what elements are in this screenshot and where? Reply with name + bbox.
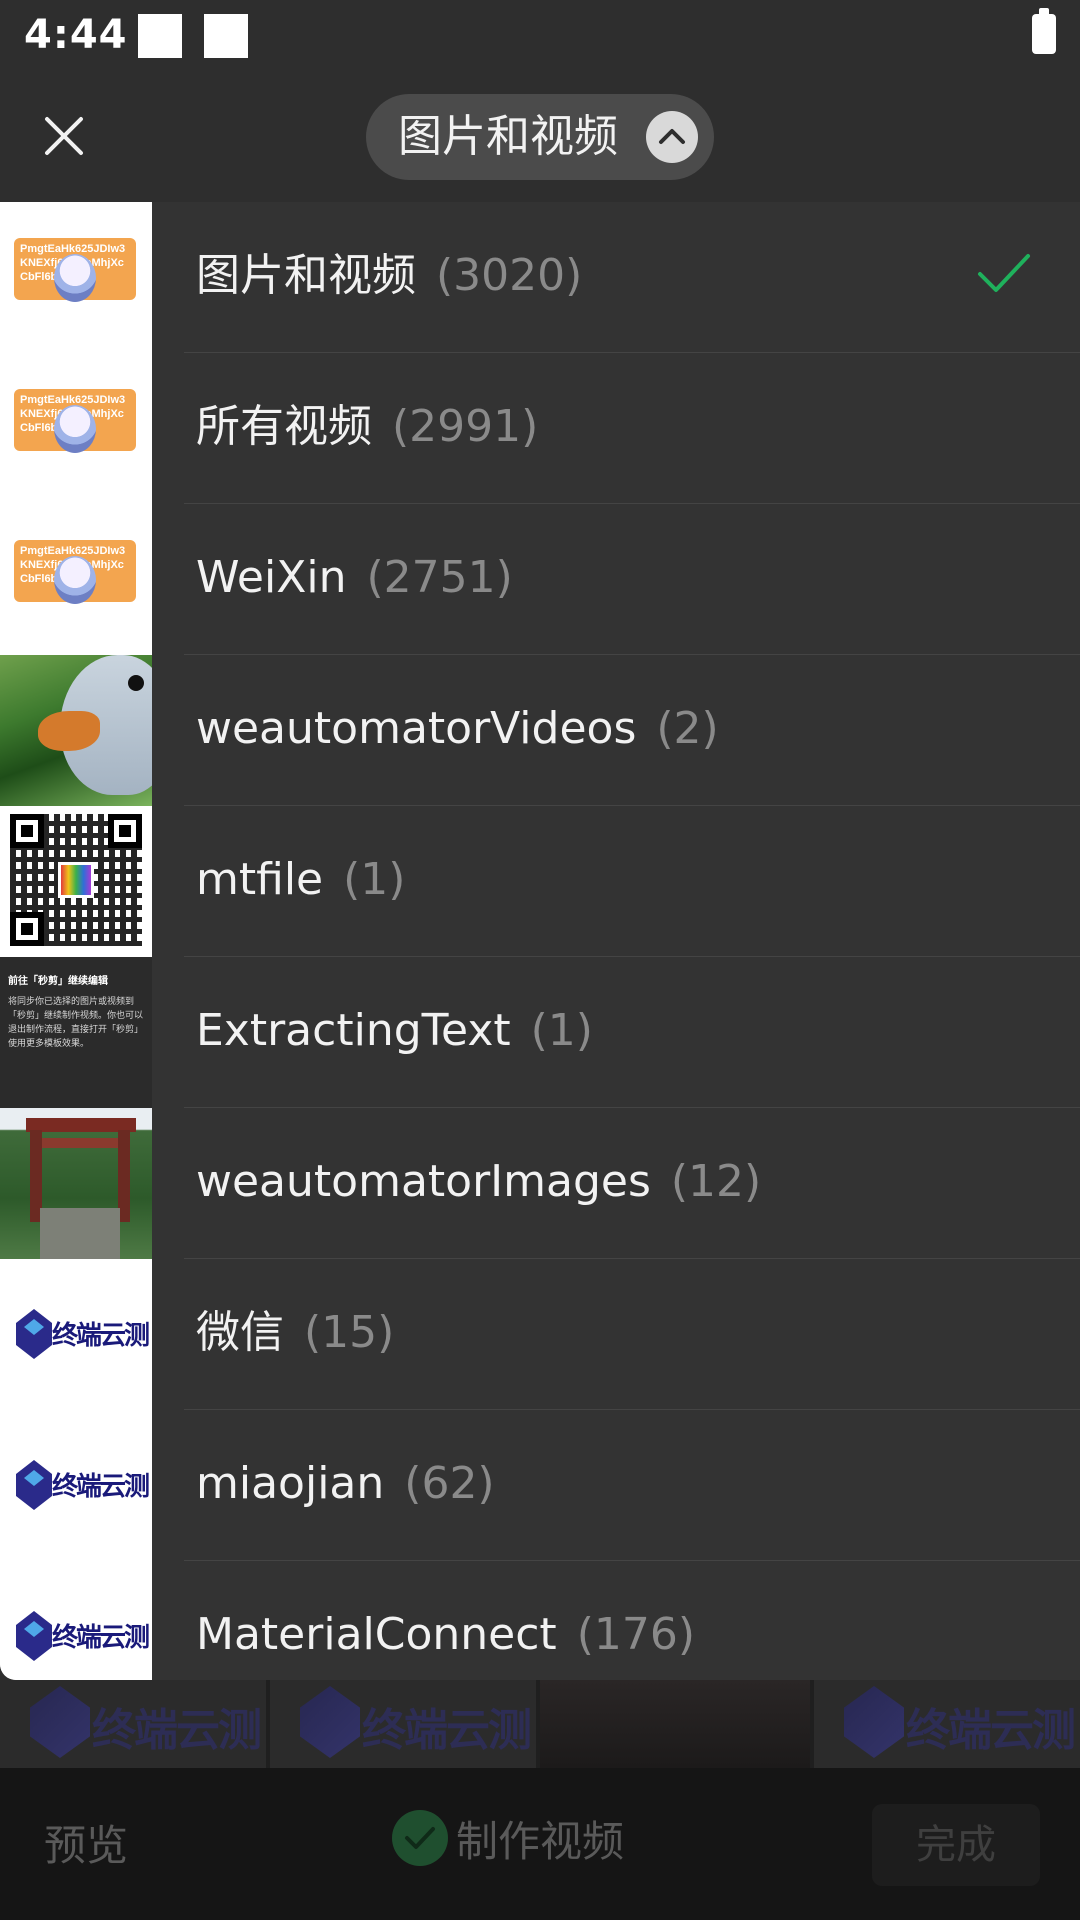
logo-text: 终端云测 bbox=[362, 1705, 532, 1756]
album-count: (15) bbox=[304, 1307, 395, 1358]
album-row[interactable]: 图片和视频 (3020) bbox=[152, 202, 1080, 353]
album-name: miaojian bbox=[196, 1458, 385, 1509]
album-selector-button[interactable]: 图片和视频 bbox=[366, 94, 714, 180]
album-row-text: 图片和视频 (3020) bbox=[196, 248, 582, 304]
album-row-text: 微信 (15) bbox=[196, 1305, 394, 1361]
logo-text: 终端云测 bbox=[52, 1321, 150, 1351]
album-row[interactable]: 所有视频 (2991) bbox=[152, 353, 1080, 504]
album-count: (176) bbox=[576, 1609, 696, 1660]
header: 图片和视频 bbox=[0, 78, 1080, 202]
duck-beak bbox=[38, 711, 100, 751]
album-cover-thumbnail bbox=[0, 1108, 152, 1259]
album-row[interactable]: miaojian (62) bbox=[152, 1410, 1080, 1561]
qr-center-logo bbox=[58, 862, 94, 898]
logo-text: 终端云测 bbox=[52, 1623, 150, 1653]
album-count: (1) bbox=[343, 854, 406, 905]
qr-finder bbox=[10, 814, 44, 848]
album-name: 微信 bbox=[196, 1307, 284, 1358]
album-row[interactable]: weautomatorVideos (2) bbox=[152, 655, 1080, 806]
album-row[interactable]: mtfile (1) bbox=[152, 806, 1080, 957]
logo-text: 终端云测 bbox=[52, 1472, 150, 1502]
status-bar: 4:44 bbox=[0, 0, 1080, 78]
logo-icon bbox=[16, 1611, 52, 1661]
album-count: (2751) bbox=[366, 552, 513, 603]
battery-icon bbox=[1032, 8, 1056, 54]
album-cover-thumbnail: 终端云测 bbox=[0, 1259, 152, 1410]
done-button[interactable]: 完成 bbox=[872, 1804, 1040, 1886]
album-cover-thumbnail: 终端云测 bbox=[0, 1561, 152, 1680]
gate-band bbox=[30, 1138, 130, 1148]
chevron-up-icon bbox=[646, 111, 698, 163]
logo-icon bbox=[300, 1686, 360, 1758]
bottom-action-bar: 预览 制作视频 完成 bbox=[0, 1768, 1080, 1920]
logo-icon bbox=[16, 1309, 52, 1359]
album-row[interactable]: weautomatorImages (12) bbox=[152, 1108, 1080, 1259]
check-circle-icon bbox=[392, 1810, 448, 1866]
album-count: (2) bbox=[656, 703, 719, 754]
preview-button[interactable]: 预览 bbox=[44, 1812, 128, 1873]
logo-text: 终端云测 bbox=[92, 1705, 262, 1756]
qr-finder bbox=[10, 912, 44, 946]
album-cover-thumbnail: PmgtEaHk625JDIw3KNEXfj6BuphMhjXcCbFl6b3e… bbox=[0, 504, 152, 655]
make-video-label: 制作视频 bbox=[456, 1816, 625, 1866]
album-row-text: 所有视频 (2991) bbox=[196, 399, 538, 455]
album-name: weautomatorVideos bbox=[196, 703, 637, 754]
album-name: WeiXin bbox=[196, 552, 347, 603]
close-icon[interactable] bbox=[36, 108, 92, 164]
album-row-text: MaterialConnect (176) bbox=[196, 1607, 695, 1663]
qr-finder bbox=[108, 814, 142, 848]
media-grid: 终端云测 终端云测 终端云测 bbox=[0, 1680, 1080, 1768]
logo-icon bbox=[16, 1460, 52, 1510]
album-name: MaterialConnect bbox=[196, 1609, 557, 1660]
album-count: (3020) bbox=[436, 250, 583, 301]
album-cover-thumbnail: 前往「秒剪」继续编辑 将同步你已选择的图片或视频到「秒剪」继续制作视频。你也可以… bbox=[0, 957, 152, 1108]
media-thumbnail[interactable]: 终端云测 bbox=[814, 1680, 1080, 1768]
album-cover-thumbnail bbox=[0, 806, 152, 957]
duck-eye bbox=[128, 675, 144, 691]
album-row-text: weautomatorImages (12) bbox=[196, 1154, 761, 1210]
gate-road bbox=[40, 1208, 120, 1259]
album-cover-thumbnail: 终端云测 bbox=[0, 1410, 152, 1561]
media-thumbnail[interactable]: 终端云测 bbox=[0, 1680, 266, 1768]
album-name: ExtractingText bbox=[196, 1005, 511, 1056]
album-name: 图片和视频 bbox=[196, 250, 416, 301]
album-count: (2991) bbox=[392, 401, 539, 452]
status-time: 4:44 bbox=[24, 12, 128, 58]
album-row-text: weautomatorVideos (2) bbox=[196, 701, 719, 757]
media-thumbnail[interactable]: 终端云测 bbox=[270, 1680, 536, 1768]
make-video-toggle[interactable]: 制作视频 bbox=[392, 1808, 624, 1868]
album-cover-thumbnail: PmgtEaHk625JDIw3KNEXfj6BuphMhjXcCbFl6b3e… bbox=[0, 353, 152, 504]
album-row-text: WeiXin (2751) bbox=[196, 550, 513, 606]
text-card-body: 将同步你已选择的图片或视频到「秒剪」继续制作视频。你也可以退出制作流程，直接打开… bbox=[8, 997, 144, 1049]
album-row-text: miaojian (62) bbox=[196, 1456, 495, 1512]
album-row[interactable]: 微信 (15) bbox=[152, 1259, 1080, 1410]
album-row-text: ExtractingText (1) bbox=[196, 1003, 593, 1059]
album-row-text: mtfile (1) bbox=[196, 852, 405, 908]
album-row[interactable]: WeiXin (2751) bbox=[152, 504, 1080, 655]
avatar bbox=[54, 405, 96, 453]
album-row[interactable]: ExtractingText (1) bbox=[152, 957, 1080, 1108]
album-count: (12) bbox=[670, 1156, 762, 1207]
album-cover-strip: PmgtEaHk625JDIw3KNEXfj6BuphMhjXcCbFl6b3e… bbox=[0, 202, 152, 1680]
album-selector-label: 图片和视频 bbox=[398, 111, 618, 162]
text-card-title: 前往「秒剪」继续编辑 bbox=[8, 976, 108, 987]
album-name: weautomatorImages bbox=[196, 1156, 651, 1207]
notification-icon bbox=[204, 14, 248, 58]
album-count: (62) bbox=[404, 1458, 495, 1509]
media-thumbnail[interactable] bbox=[540, 1680, 810, 1768]
logo-icon bbox=[844, 1686, 904, 1758]
notification-icon bbox=[138, 14, 182, 58]
logo-text: 终端云测 bbox=[906, 1705, 1076, 1756]
album-count: (1) bbox=[530, 1005, 593, 1056]
album-name: 所有视频 bbox=[196, 401, 372, 452]
logo-icon bbox=[30, 1686, 90, 1758]
check-icon bbox=[978, 254, 1030, 292]
album-list: 图片和视频 (3020) 所有视频 (2991) WeiXin (2751) weau… bbox=[152, 202, 1080, 1680]
album-cover-thumbnail: PmgtEaHk625JDIw3KNEXfj6BuphMhjXcCbFl6b3e… bbox=[0, 202, 152, 353]
album-cover-thumbnail bbox=[0, 655, 152, 806]
avatar bbox=[54, 254, 96, 302]
avatar bbox=[54, 556, 96, 604]
album-name: mtfile bbox=[196, 854, 324, 905]
